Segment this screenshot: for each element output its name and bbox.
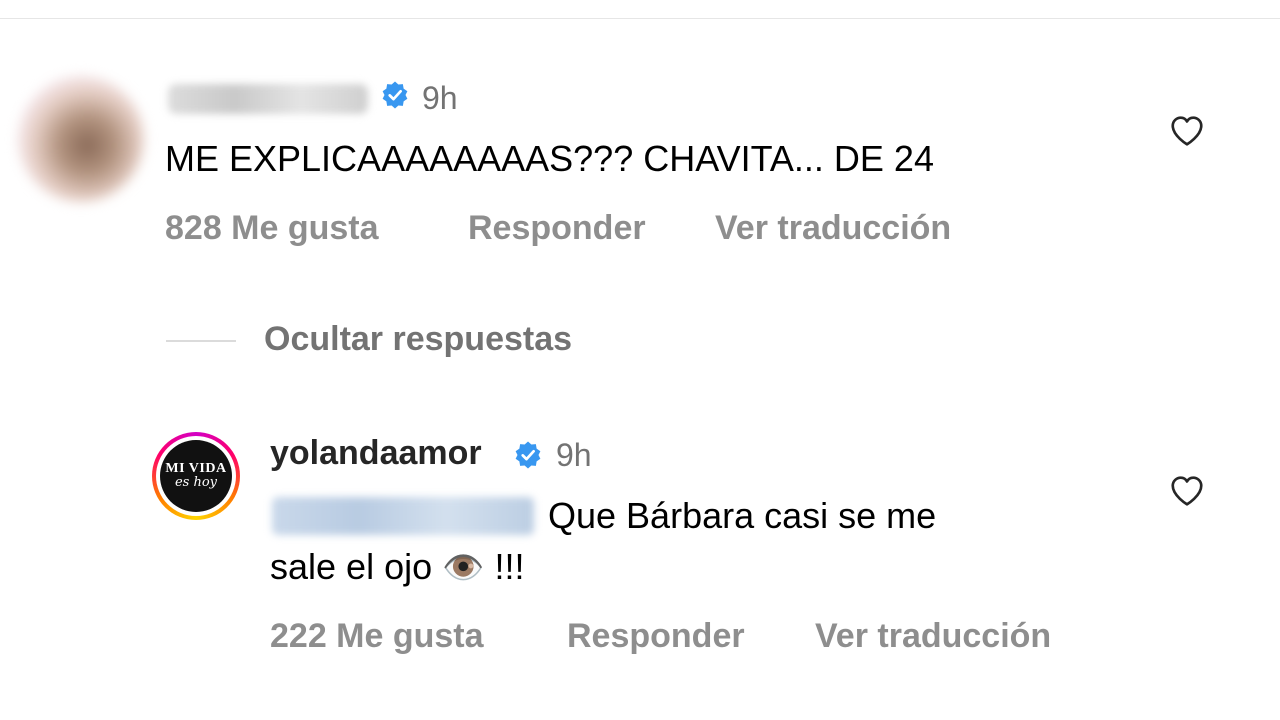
reply-likes[interactable]: 222 Me gusta <box>270 617 484 656</box>
see-translation-button[interactable]: Ver traducción <box>715 209 951 248</box>
eye-emoji-icon: 👁️ <box>442 549 485 587</box>
comments-panel: 9h ME EXPLICAAAAAAAAS??? CHAVITA... DE 2… <box>0 0 1280 720</box>
like-heart-icon[interactable] <box>1168 472 1206 510</box>
blurred-mention[interactable] <box>272 497 534 535</box>
avatar-ring-gap: MI VIDA es hoy <box>156 436 236 516</box>
reply-text-line2: sale el ojo 👁️ !!! <box>270 546 525 588</box>
logo-subtitle: es hoy <box>174 475 218 490</box>
blurred-username[interactable] <box>168 84 368 114</box>
comment-likes[interactable]: 828 Me gusta <box>165 209 379 248</box>
reply-avatar[interactable]: MI VIDA es hoy <box>152 432 240 520</box>
comment-text: ME EXPLICAAAAAAAAS??? CHAVITA... DE 24 <box>165 138 934 179</box>
reply-button[interactable]: Responder <box>468 209 646 248</box>
commenter-avatar[interactable] <box>18 76 144 202</box>
reply-reply-button[interactable]: Responder <box>567 617 745 656</box>
verified-badge-icon <box>382 81 408 109</box>
reply-time: 9h <box>556 437 592 473</box>
reply-see-translation-button[interactable]: Ver traducción <box>815 617 1051 656</box>
reply-text-words: sale el ojo <box>270 546 433 587</box>
replies-divider-line <box>166 340 236 342</box>
reply-text-line1: Que Bárbara casi se me <box>548 495 937 536</box>
logo-title: MI VIDA <box>165 461 227 476</box>
like-heart-icon[interactable] <box>1168 112 1206 150</box>
reply-exclamation: !!! <box>494 546 525 587</box>
comment-time: 9h <box>422 80 458 116</box>
hide-replies-button[interactable]: Ocultar respuestas <box>264 320 572 359</box>
reply-username[interactable]: yolandaamor <box>270 434 482 473</box>
mi-vida-logo: MI VIDA es hoy <box>160 440 232 512</box>
verified-badge-icon <box>515 441 541 469</box>
top-divider <box>0 18 1280 19</box>
